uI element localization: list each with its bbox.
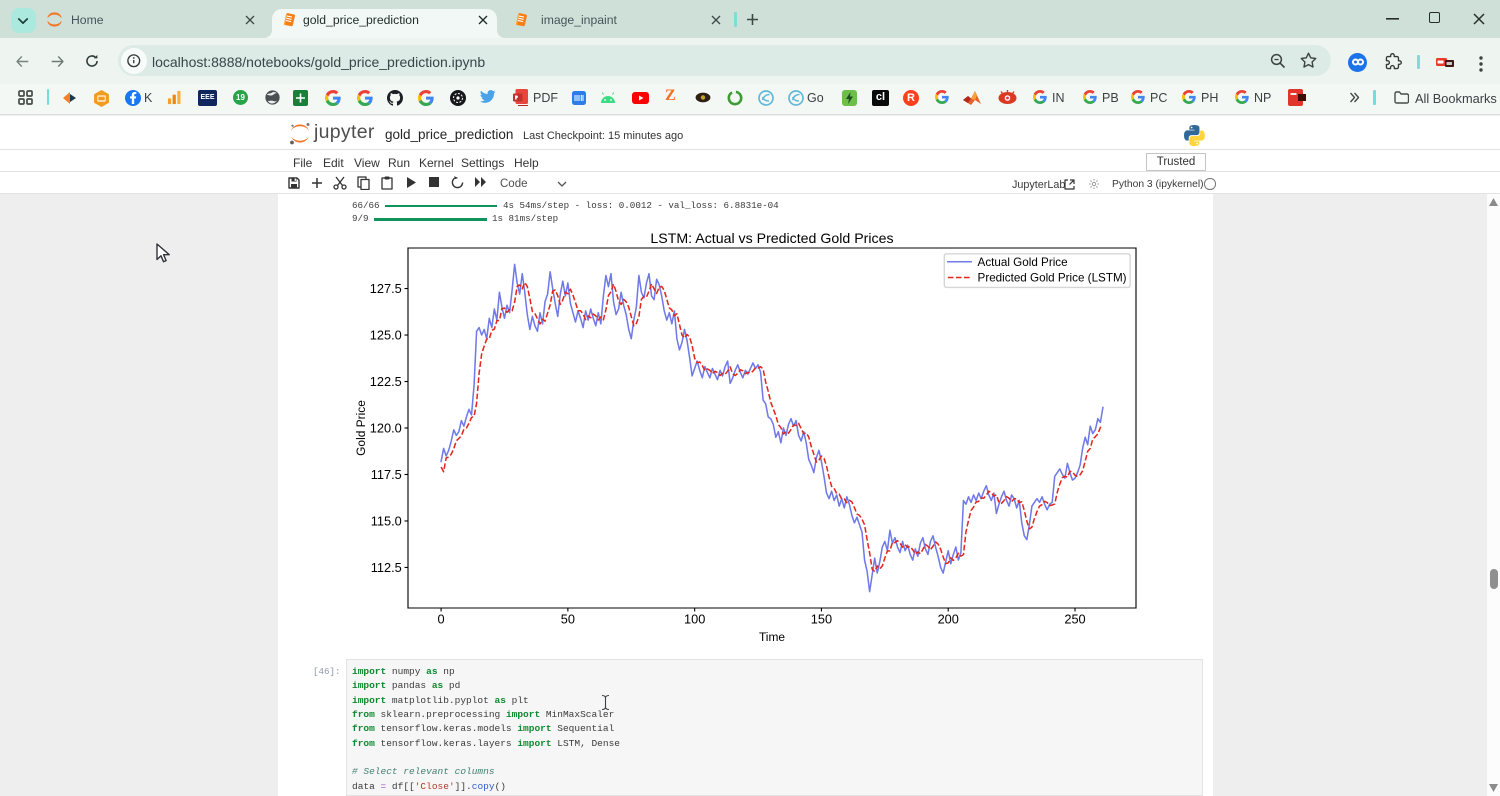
- svg-text:Predicted Gold Price (LSTM): Predicted Gold Price (LSTM): [978, 272, 1127, 285]
- svg-text:125.0: 125.0: [370, 328, 402, 343]
- svg-text:50: 50: [561, 612, 575, 627]
- svg-text:120.0: 120.0: [370, 421, 402, 436]
- svg-text:Gold Price: Gold Price: [354, 400, 368, 456]
- svg-text:112.5: 112.5: [371, 560, 402, 575]
- svg-text:200: 200: [938, 612, 959, 627]
- svg-text:127.5: 127.5: [370, 281, 402, 296]
- svg-text:0: 0: [438, 612, 445, 627]
- svg-text:117.5: 117.5: [371, 467, 402, 482]
- svg-text:100: 100: [684, 612, 705, 627]
- svg-text:122.5: 122.5: [370, 374, 402, 389]
- svg-text:150: 150: [811, 612, 832, 627]
- svg-text:LSTM: Actual vs Predicted Gold: LSTM: Actual vs Predicted Gold Prices: [650, 231, 893, 247]
- svg-text:250: 250: [1064, 612, 1085, 627]
- svg-text:115.0: 115.0: [371, 514, 402, 529]
- svg-text:Actual Gold Price: Actual Gold Price: [978, 256, 1068, 269]
- svg-text:Time: Time: [759, 630, 785, 644]
